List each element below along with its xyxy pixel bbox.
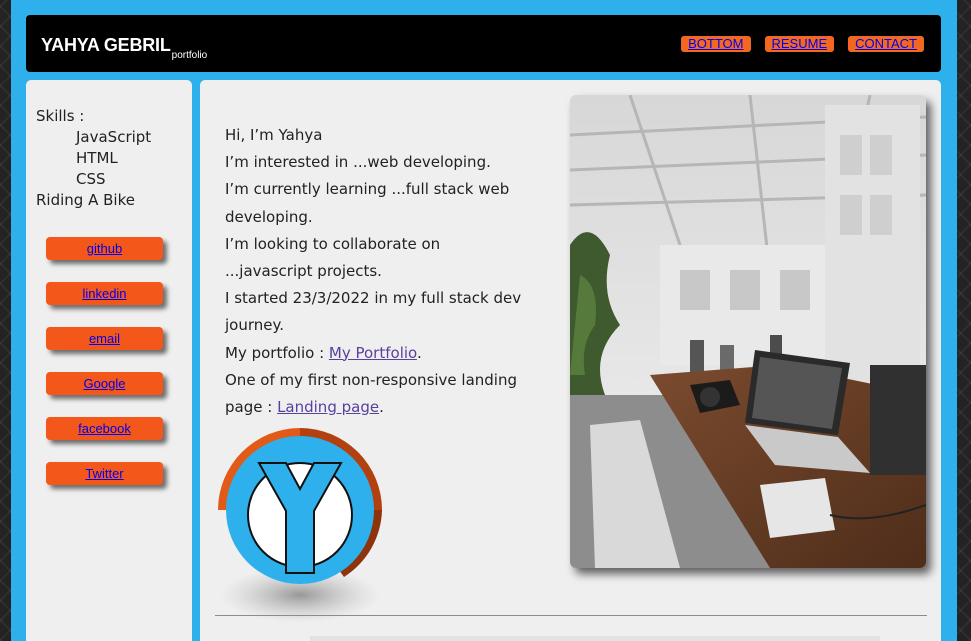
top-nav: BOTTOM RESUME CONTACT	[681, 36, 924, 52]
sidebar: Skills : JavaScript HTML CSS Riding A Bi…	[26, 80, 192, 641]
workspace-photo	[570, 95, 926, 568]
landing-page-link[interactable]: Landing page	[277, 398, 379, 416]
intro-line-interests: I’m interested in ...web developing.	[225, 153, 491, 172]
site-header: YAHYA GEBRILportfolio BOTTOM RESUME CONT…	[26, 15, 941, 72]
email-button[interactable]: email	[46, 327, 163, 350]
hobby-item: Riding A Bike	[36, 191, 135, 209]
intro-line-landing: One of my first non-responsive landing p…	[225, 367, 525, 421]
nav-bottom-link[interactable]: BOTTOM	[681, 36, 751, 52]
intro-text: Hi, I’m Yahya I’m interested in ...web d…	[225, 122, 525, 421]
twitter-button[interactable]: Twitter	[46, 462, 163, 485]
skills-list: Skills : JavaScript HTML CSS Riding A Bi…	[36, 106, 151, 211]
brand: YAHYA GEBRILportfolio	[41, 35, 207, 61]
section-divider	[215, 615, 927, 616]
intro-line-greeting: Hi, I’m Yahya	[225, 126, 323, 144]
facebook-button[interactable]: facebook	[46, 417, 163, 440]
nav-resume-link[interactable]: RESUME	[764, 36, 835, 52]
brand-name: YAHYA GEBRIL	[41, 35, 171, 55]
skills-title: Skills :	[36, 107, 85, 125]
portfolio-prefix: My portfolio :	[225, 343, 329, 362]
google-button[interactable]: Google	[46, 372, 163, 395]
intro-line-started: I started 23/3/2022 in my full stack dev…	[225, 289, 522, 335]
intro-line-learning: I’m currently learning ...full stack web…	[225, 180, 510, 226]
logo-y-icon	[214, 425, 404, 625]
intro-line-portfolio: My portfolio : My Portfolio.	[225, 340, 525, 367]
landing-period: .	[379, 398, 384, 417]
nav-contact-link[interactable]: CONTACT	[848, 36, 924, 52]
brand-subtitle: portfolio	[171, 50, 208, 61]
next-section-bar	[310, 636, 880, 641]
skill-item-css: CSS	[76, 170, 106, 188]
portfolio-period: .	[416, 343, 422, 362]
skill-item-javascript: JavaScript	[76, 128, 152, 146]
github-button[interactable]: github	[46, 237, 163, 260]
intro-line-collaborate: I’m looking to collaborate on ...javascr…	[225, 234, 441, 281]
social-links: github linkedin email Google facebook Tw…	[46, 237, 163, 507]
main-content: Hi, I’m Yahya I’m interested in ...web d…	[200, 80, 941, 641]
portfolio-link[interactable]: My Portfolio	[329, 344, 417, 362]
skill-item-html: HTML	[76, 149, 118, 167]
linkedin-button[interactable]: linkedin	[46, 282, 163, 305]
